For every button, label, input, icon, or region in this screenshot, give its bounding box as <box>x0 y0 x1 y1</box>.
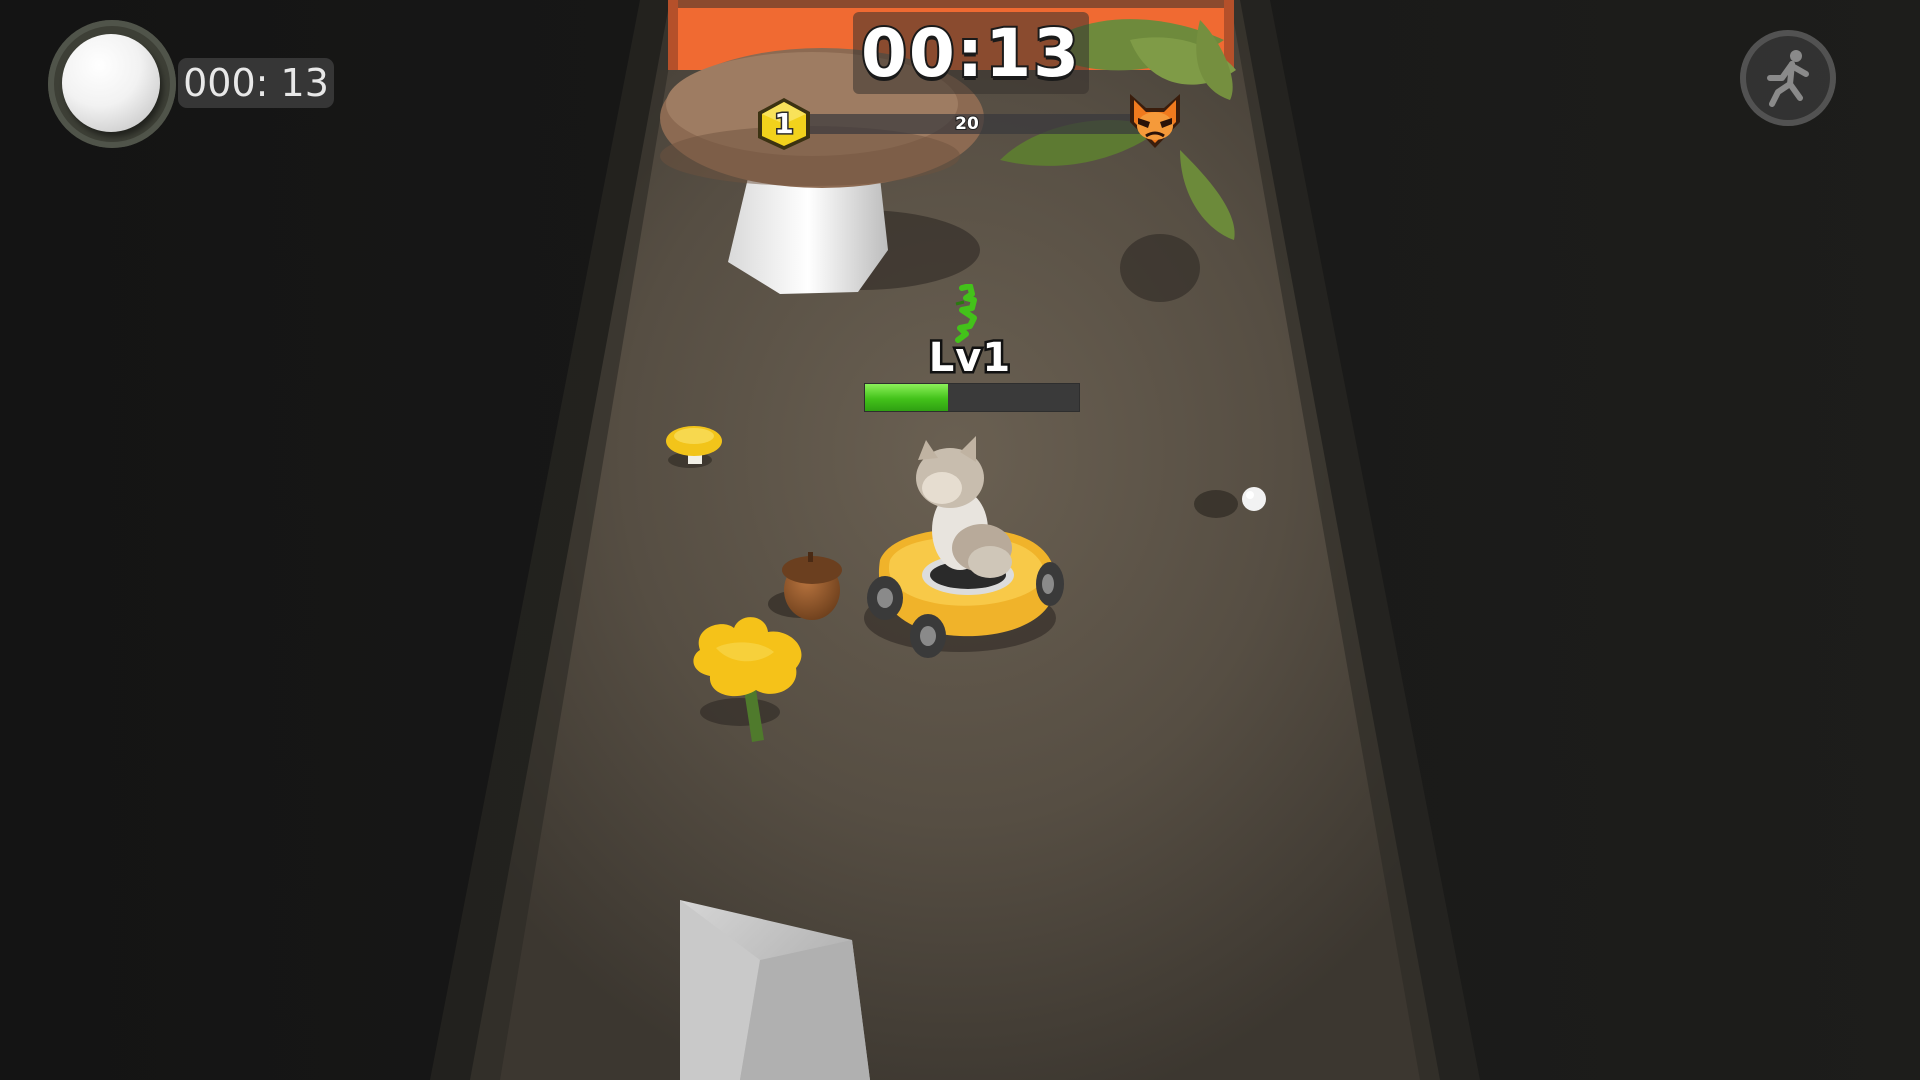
running-person-icon <box>1767 50 1809 107</box>
player-xp-fill <box>865 384 948 411</box>
player-xp-bar <box>864 383 1080 412</box>
sprint-button[interactable] <box>1740 30 1836 126</box>
level-badge-number: 1 <box>773 106 795 142</box>
round-timer-panel: 00:13 <box>853 12 1089 94</box>
item-timer-text: 000: 13 <box>183 61 329 105</box>
game-viewport: 000: 13 00:13 20 1 Lv1 <box>0 0 1920 1080</box>
match-progress-value: 20 <box>954 113 980 135</box>
round-timer-text: 00:13 <box>859 13 1082 94</box>
player-level-label: Lv1 <box>926 333 1012 384</box>
game-scene <box>0 0 1920 1080</box>
item-timer-panel: 000: 13 <box>178 58 334 108</box>
angry-cat-icon <box>1130 94 1180 148</box>
white-ball-icon <box>62 34 160 132</box>
collected-item-slot <box>48 20 176 148</box>
